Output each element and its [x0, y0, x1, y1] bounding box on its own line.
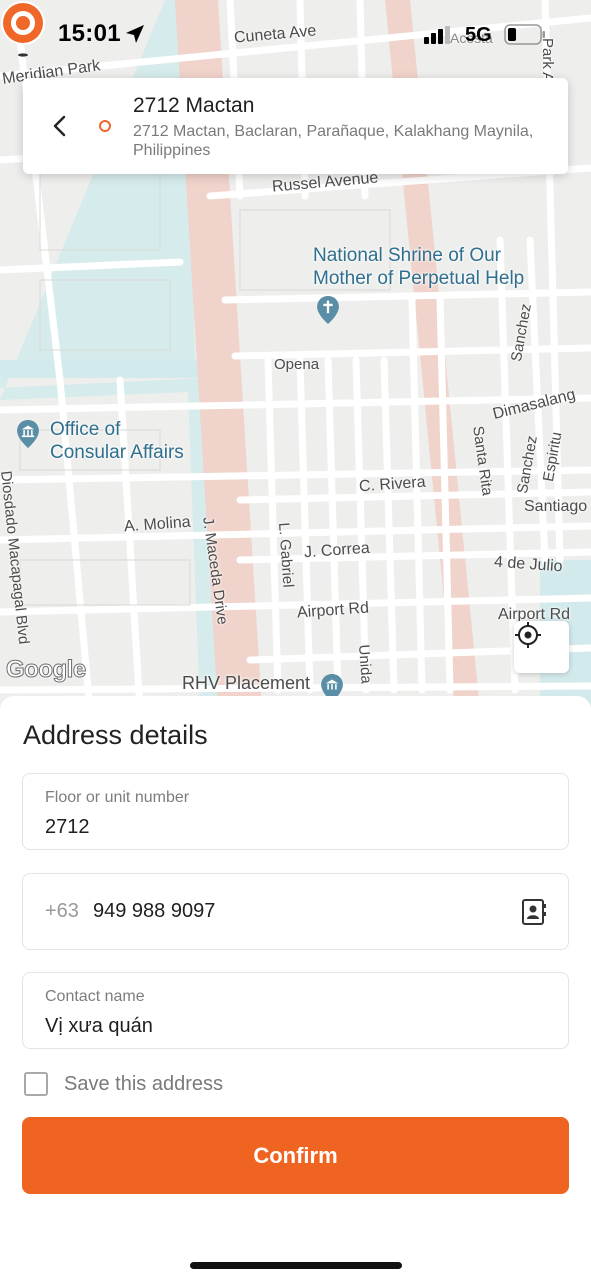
- street-label-santiago: Santiago: [524, 498, 588, 515]
- phone-country-code[interactable]: +63: [45, 900, 79, 923]
- contact-name-field[interactable]: Contact name Vị xưa quán: [22, 972, 569, 1049]
- contact-name-input[interactable]: Vị xưa quán: [45, 1015, 153, 1038]
- address-subtitle: 2712 Mactan, Baclaran, Parañaque, Kalakh…: [133, 123, 534, 159]
- address-details-sheet: Address details Floor or unit number 271…: [0, 696, 591, 1280]
- floor-unit-label: Floor or unit number: [45, 789, 190, 806]
- church-pin-icon[interactable]: [314, 296, 342, 324]
- status-bar: 15:01 5G: [0, 0, 591, 70]
- network-label: 5G: [465, 24, 492, 46]
- contacts-book-icon[interactable]: [521, 898, 547, 926]
- home-indicator: [190, 1262, 402, 1269]
- save-address-checkbox[interactable]: [24, 1072, 48, 1096]
- google-logo: Google: [6, 656, 87, 684]
- government-pin-icon[interactable]: [14, 420, 42, 448]
- phone-input[interactable]: 949 988 9097: [93, 900, 215, 923]
- crosshair-icon: [515, 622, 541, 648]
- poi-label-consular[interactable]: Office of Consular Affairs: [50, 418, 184, 464]
- poi-label-consular-line1: Office of: [50, 419, 121, 440]
- signal-icon: [424, 26, 450, 44]
- phone-field[interactable]: +63 949 988 9097: [22, 873, 569, 950]
- address-card[interactable]: 2712 Mactan 2712 Mactan, Baclaran, Parañ…: [23, 78, 568, 174]
- street-label-unida: Unida: [355, 644, 375, 685]
- poi-label-consular-line2: Consular Affairs: [50, 442, 184, 463]
- floor-unit-input[interactable]: 2712: [45, 816, 90, 839]
- recenter-button[interactable]: [514, 621, 569, 673]
- poi-label-rhv[interactable]: RHV Placement: [182, 672, 310, 695]
- confirm-button[interactable]: Confirm: [22, 1117, 569, 1194]
- street-label-opena: Opena: [274, 356, 320, 373]
- battery-icon: [504, 24, 545, 45]
- status-time: 15:01: [58, 20, 121, 47]
- sheet-title: Address details: [23, 720, 208, 750]
- save-address-label[interactable]: Save this address: [64, 1073, 223, 1096]
- back-arrow-icon: [53, 115, 66, 137]
- poi-label-shrine[interactable]: National Shrine of Our Mother of Perpetu…: [313, 244, 524, 290]
- location-arrow-icon: [126, 25, 144, 43]
- origin-dot-icon: [99, 120, 111, 132]
- contact-name-label: Contact name: [45, 988, 145, 1005]
- address-title: 2712 Mactan: [133, 94, 255, 117]
- back-button[interactable]: [45, 108, 75, 144]
- floor-unit-field[interactable]: Floor or unit number 2712: [22, 773, 569, 850]
- poi-label-shrine-line1: National Shrine of Our: [313, 245, 501, 266]
- poi-label-shrine-line2: Mother of Perpetual Help: [313, 268, 525, 289]
